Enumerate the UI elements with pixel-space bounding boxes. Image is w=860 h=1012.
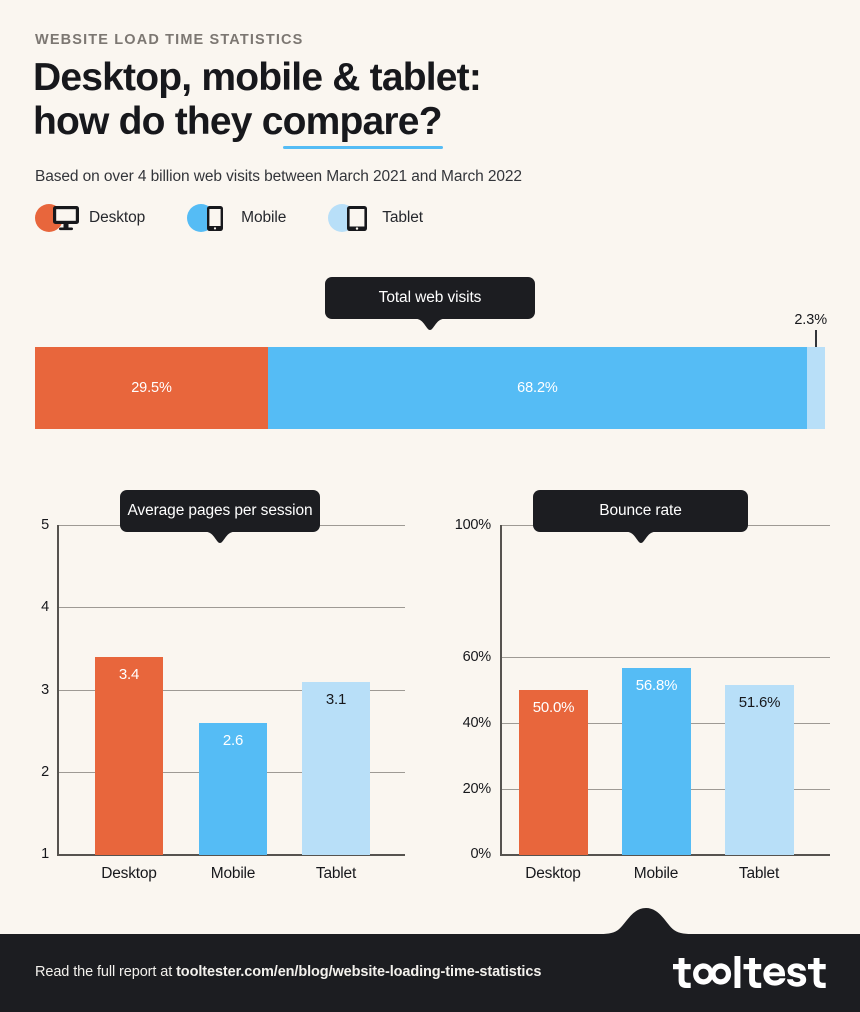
chart-average-pages-per-session: 5 4 3 2 1 3.4 2.6 3.1 Desktop Mobile Tab… [35, 490, 405, 890]
bar-desktop: 3.4 [95, 657, 163, 855]
tablet-icon [346, 205, 368, 237]
callout-average-pages-per-session-label: Average pages per session [127, 502, 313, 519]
stacked-bar-segment-mobile-value: 68.2% [517, 380, 558, 396]
gridline-4 [57, 607, 405, 608]
bar-desktop: 50.0% [519, 690, 588, 855]
legend-mark-desktop [35, 203, 81, 233]
bar-value-desktop: 50.0% [532, 699, 575, 716]
x-label-desktop: Desktop [525, 865, 581, 882]
bar-tablet: 51.6% [725, 685, 794, 855]
y-tick-label-100: 100% [454, 517, 491, 533]
y-tick-label-40: 40% [462, 715, 492, 731]
y-tick-label-0: 0% [470, 846, 491, 862]
smartphone-icon [206, 205, 224, 237]
x-label-tablet: Tablet [738, 865, 780, 882]
callout-average-pages-per-session: Average pages per session [120, 490, 320, 543]
legend-label-tablet: Tablet [382, 209, 423, 226]
stacked-bar-tablet-outside-label: 2.3% [794, 312, 827, 328]
stacked-bar-segment-desktop: 29.5% [35, 347, 269, 429]
monitor-icon [52, 205, 81, 236]
chart-plot-area-right: 100% 60% 40% 20% 0% 50.0% 56.8% 51.6% De… [445, 490, 830, 890]
eyebrow-label: WEBSITE LOAD TIME STATISTICS [35, 32, 304, 48]
legend-item-mobile: Mobile [187, 203, 286, 233]
x-label-mobile: Mobile [633, 865, 679, 882]
footer-report-link[interactable]: Read the full report at tooltester.com/e… [35, 964, 541, 980]
x-label-mobile: Mobile [210, 865, 256, 882]
y-tick-label-3: 3 [41, 682, 49, 698]
callout-total-web-visits: Total web visits [325, 277, 535, 330]
callout-bounce-rate: Bounce rate [533, 490, 748, 543]
y-axis-line-left [57, 525, 59, 855]
gridline-60 [500, 657, 830, 658]
footer-lead-text: Read the full report at [35, 964, 177, 980]
bar-mobile: 56.8% [622, 668, 691, 855]
stacked-bar-segment-desktop-value: 29.5% [131, 380, 172, 396]
legend-label-desktop: Desktop [89, 209, 146, 226]
legend-mark-mobile [187, 203, 233, 233]
footer-url[interactable]: tooltester.com/en/blog/website-loading-t… [176, 964, 541, 980]
stacked-bar-total-web-visits: 29.5% 68.2% [35, 347, 825, 429]
stacked-bar-segment-tablet [806, 347, 825, 429]
subtitle: Based on over 4 billion web visits betwe… [35, 168, 522, 185]
page-title-line-1: Desktop, mobile & tablet: [33, 56, 482, 99]
callout-bounce-rate-label: Bounce rate [599, 502, 682, 519]
bar-value-desktop: 3.4 [118, 666, 140, 683]
footer-notch-icon [598, 908, 694, 935]
bar-value-tablet: 3.1 [325, 691, 347, 708]
legend-mark-tablet [328, 203, 374, 233]
x-label-tablet: Tablet [315, 865, 357, 882]
callout-total-web-visits-label: Total web visits [378, 289, 482, 306]
infographic-root: WEBSITE LOAD TIME STATISTICS Desktop, mo… [0, 0, 860, 1012]
bar-value-mobile: 2.6 [222, 732, 244, 749]
bar-mobile: 2.6 [199, 723, 267, 855]
legend-item-tablet: Tablet [328, 203, 423, 233]
callout-notch-icon [407, 318, 453, 330]
callout-notch-icon [617, 531, 664, 543]
footer-bar: Read the full report at tooltester.com/e… [0, 908, 860, 1012]
legend-item-desktop: Desktop [35, 203, 145, 233]
callout-notch-icon [197, 531, 243, 543]
y-tick-label-20: 20% [462, 781, 492, 797]
x-label-desktop: Desktop [101, 865, 157, 882]
leader-line [815, 330, 817, 347]
legend: Desktop Mobile Tablet [35, 203, 465, 233]
tooltester-logo [671, 956, 827, 990]
stacked-bar-segment-mobile: 68.2% [268, 347, 807, 429]
y-axis-line-right [500, 525, 502, 855]
title-underline-accent [283, 146, 443, 149]
chart-plot-area-left: 5 4 3 2 1 3.4 2.6 3.1 Desktop Mobile Tab… [35, 490, 405, 890]
y-tick-label-60: 60% [462, 649, 492, 665]
y-tick-label-1: 1 [41, 846, 49, 862]
chart-bounce-rate: 100% 60% 40% 20% 0% 50.0% 56.8% 51.6% De… [445, 490, 830, 890]
bar-value-mobile: 56.8% [635, 677, 678, 694]
legend-label-mobile: Mobile [241, 209, 287, 226]
page-title: Desktop, mobile & tablet: how do they co… [33, 56, 653, 144]
y-tick-label-4: 4 [41, 599, 49, 615]
y-tick-label-5: 5 [41, 517, 49, 533]
y-tick-label-2: 2 [41, 764, 49, 780]
bar-value-tablet: 51.6% [738, 694, 781, 711]
page-title-line-2: how do they compare? [33, 100, 443, 143]
bar-tablet: 3.1 [302, 682, 370, 855]
